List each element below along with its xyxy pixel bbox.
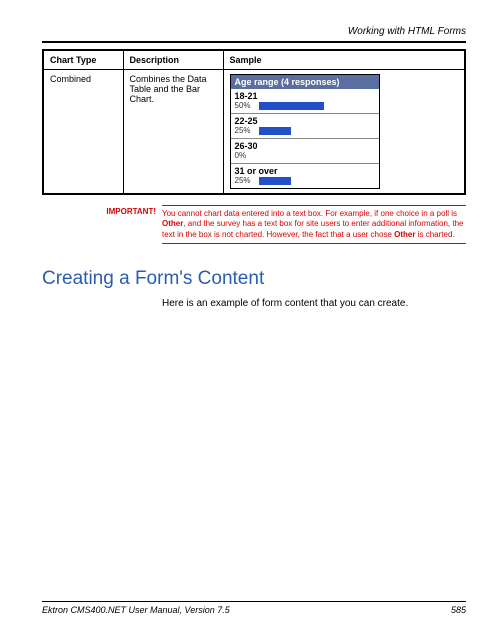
chart-range-row: 22-2525% [231,114,379,139]
chart-pct-text: 0% [235,151,257,160]
important-callout: IMPORTANT! You cannot chart data entered… [104,205,466,244]
sample-chart-widget: Age range (4 responses) 18-2150%22-2525%… [230,74,380,189]
section-intro: Here is an example of form content that … [162,298,466,309]
chart-pct-line: 25% [235,176,375,185]
chart-bar [259,177,292,185]
chart-bar [259,127,292,135]
col-header-chart-type: Chart Type [43,50,123,70]
footer-manual-name: Ektron CMS400.NET User Manual, Version 7… [42,605,230,615]
important-bold-1: Other [162,219,183,228]
chart-range-row: 31 or over25% [231,164,379,188]
col-header-sample: Sample [223,50,465,70]
chart-range-label: 31 or over [235,166,375,176]
footer-page-number: 585 [451,605,466,615]
footer-rule [42,601,466,602]
chart-pct-line: 0% [235,151,375,160]
chart-pct-text: 50% [235,101,257,110]
important-text: You cannot chart data entered into a tex… [162,205,466,244]
chart-bar [259,102,324,110]
chart-range-label: 26-30 [235,141,375,151]
running-header: Working with HTML Forms [42,26,466,37]
chart-pct-text: 25% [235,176,257,185]
chart-pct-text: 25% [235,126,257,135]
header-rule [42,41,466,43]
chart-range-label: 22-25 [235,116,375,126]
table-row: Combined Combines the Data Table and the… [43,70,465,195]
important-text-a: You cannot chart data entered into a tex… [162,209,457,218]
chart-range-row: 26-300% [231,139,379,164]
section-heading: Creating a Form's Content [42,268,466,290]
page-footer: Ektron CMS400.NET User Manual, Version 7… [42,601,466,615]
cell-sample: Age range (4 responses) 18-2150%22-2525%… [223,70,465,195]
col-header-description: Description [123,50,223,70]
sample-chart-title: Age range (4 responses) [231,75,379,89]
cell-chart-type: Combined [43,70,123,195]
table-header-row: Chart Type Description Sample [43,50,465,70]
important-text-c: is charted. [415,230,454,239]
chart-range-row: 18-2150% [231,89,379,114]
chart-pct-line: 25% [235,126,375,135]
chart-type-table: Chart Type Description Sample Combined C… [42,49,466,195]
chart-range-label: 18-21 [235,91,375,101]
chart-pct-line: 50% [235,101,375,110]
cell-description: Combines the Data Table and the Bar Char… [123,70,223,195]
important-label: IMPORTANT! [104,205,162,244]
important-bold-2: Other [394,230,415,239]
